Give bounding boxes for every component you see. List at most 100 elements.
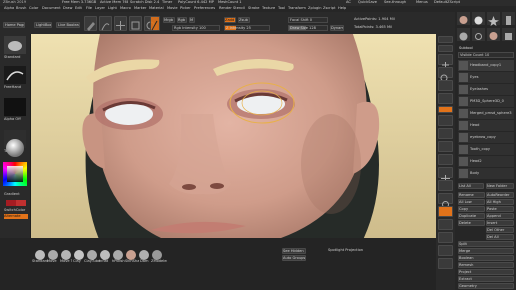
tool-thumb-3[interactable] <box>487 12 500 26</box>
menu-file[interactable]: File <box>86 6 94 11</box>
scroll-button[interactable] <box>438 54 453 69</box>
menu-draw[interactable]: Draw <box>63 6 74 11</box>
menu-texture[interactable]: Texture <box>262 6 277 11</box>
bpr-button[interactable] <box>438 36 453 43</box>
merge-button[interactable]: Merge <box>458 248 514 254</box>
geometry-menu[interactable]: Geometry <box>458 283 514 289</box>
menu-macro[interactable]: Macro <box>120 6 133 11</box>
paste-button[interactable]: Paste <box>486 206 514 212</box>
actual-button[interactable] <box>438 80 453 91</box>
title-ac[interactable]: AC <box>346 0 354 5</box>
menu-alpha[interactable]: Alpha <box>4 6 16 11</box>
menu-zscript[interactable]: Zscript <box>323 6 337 11</box>
ghost-button[interactable] <box>438 232 453 243</box>
dynamic-button[interactable]: Dynamic <box>330 25 344 31</box>
brush-thumbnail[interactable] <box>4 36 26 54</box>
local-button[interactable] <box>438 128 453 139</box>
draw-size-slider[interactable]: Draw Size 128 <box>288 25 328 31</box>
focal-shift-slider[interactable]: Focal Shift 0 <box>288 17 328 23</box>
append-button[interactable]: Append <box>486 213 514 219</box>
move-view-button[interactable] <box>438 167 453 182</box>
color-picker[interactable] <box>3 162 27 186</box>
subtool-item[interactable]: eyebrow_copy <box>458 132 514 143</box>
duplicate-button[interactable]: Duplicate <box>458 213 485 219</box>
brush-move[interactable] <box>47 246 59 260</box>
menu-edit[interactable]: Edit <box>75 6 85 11</box>
stroke-thumbnail[interactable] <box>4 66 26 84</box>
menus-toggle[interactable]: Menus <box>416 0 430 5</box>
menu-color[interactable]: Color <box>29 6 41 11</box>
zsub-button[interactable]: Zsub <box>238 17 250 23</box>
menu-stencil[interactable]: Stencil <box>233 6 247 11</box>
brush-claytubes[interactable] <box>86 246 98 260</box>
lightbox-button[interactable]: LightBox <box>34 22 52 28</box>
all-high-button[interactable]: All High <box>486 199 514 205</box>
boolean-button[interactable]: Boolean <box>458 255 514 261</box>
subtool-item[interactable]: Head <box>458 120 514 131</box>
subtool-item[interactable]: Merged_pmsd_sphere3D <box>458 108 514 119</box>
menu-light[interactable]: Light <box>108 6 119 11</box>
tool-thumb-2[interactable] <box>472 12 485 25</box>
del-all-button[interactable]: Del All <box>486 234 514 240</box>
tool-thumb-6[interactable] <box>472 28 485 41</box>
brush-dam[interactable] <box>138 246 150 260</box>
see-through-slider[interactable]: See-through <box>384 0 410 5</box>
project-button[interactable]: Project <box>458 269 514 275</box>
remesh-button[interactable]: Remesh <box>458 262 514 268</box>
split-button[interactable]: Split <box>458 241 514 247</box>
autoreorder-button[interactable]: AutoReorder <box>486 192 514 198</box>
subtool-item[interactable]: Body <box>458 168 514 179</box>
spix-button[interactable] <box>438 45 453 52</box>
transp-button[interactable] <box>438 219 453 230</box>
canvas[interactable] <box>31 34 436 238</box>
menu-material[interactable]: Material <box>149 6 166 11</box>
see-hidden-button[interactable]: See Hidden <box>282 248 306 254</box>
solo-button[interactable] <box>438 245 453 256</box>
rgb-intensity-slider[interactable]: Rgb Intensity 100 <box>172 25 220 31</box>
menu-layer[interactable]: Layer <box>95 6 107 11</box>
subtool-item[interactable]: Eyes <box>458 72 514 83</box>
auto-groups-button[interactable]: Auto Groups <box>282 255 306 261</box>
insert-button[interactable]: Insert <box>486 220 514 226</box>
menu-picker[interactable]: Picker <box>180 6 193 11</box>
mrgb-button[interactable]: Mrgb <box>163 17 175 23</box>
brush-move-tc[interactable] <box>60 246 72 260</box>
alpha-thumbnail[interactable] <box>4 98 26 116</box>
zadd-button[interactable]: Zadd <box>224 17 236 23</box>
persp-button[interactable] <box>438 106 453 113</box>
rgb-button[interactable]: Rgb <box>177 17 187 23</box>
brush-skinshade[interactable] <box>125 246 137 260</box>
menu-tool[interactable]: Tool <box>278 6 287 11</box>
switch-color-button[interactable]: SwitchColor <box>4 208 28 213</box>
move-button[interactable] <box>114 16 127 31</box>
tool-thumb-4[interactable] <box>502 12 515 25</box>
copy-button[interactable]: Copy <box>458 206 485 212</box>
delete-button[interactable]: Delete <box>458 220 485 226</box>
menu-movie[interactable]: Movie <box>167 6 179 11</box>
del-other-button[interactable]: Del Other <box>486 227 514 233</box>
zoom-button[interactable] <box>438 67 453 82</box>
menu-render[interactable]: Render <box>219 6 232 11</box>
rotate-view-button[interactable] <box>438 193 453 208</box>
primary-color-swatch[interactable] <box>16 200 26 206</box>
visible-count-slider[interactable]: Visible Count 10 <box>458 52 514 58</box>
draw-button[interactable] <box>99 16 112 31</box>
brush-clay[interactable] <box>73 246 85 260</box>
menu-marker[interactable]: Marker <box>134 6 148 11</box>
rename-button[interactable]: Rename <box>458 192 485 198</box>
secondary-color-swatch[interactable] <box>6 200 16 206</box>
quicksave-button[interactable]: QuickSave <box>358 0 380 5</box>
menu-document[interactable]: Document <box>42 6 62 11</box>
tool-thumb-1[interactable] <box>457 12 470 25</box>
home-page-button[interactable]: Home Page <box>3 22 25 28</box>
tool-thumb-7[interactable] <box>487 28 500 41</box>
subtool-item[interactable]: Head2 <box>458 156 514 167</box>
menu-preferences[interactable]: Preferences <box>194 6 218 11</box>
menu-stroke[interactable]: Stroke <box>248 6 261 11</box>
polyf-button[interactable] <box>438 206 453 217</box>
m-button[interactable]: M <box>189 17 195 23</box>
subtool-item[interactable]: Tooth_copy <box>458 144 514 155</box>
live-boolean-button[interactable]: Live Boolean <box>56 22 80 28</box>
aahalf-button[interactable] <box>438 93 453 104</box>
brush-standard[interactable] <box>34 246 46 260</box>
